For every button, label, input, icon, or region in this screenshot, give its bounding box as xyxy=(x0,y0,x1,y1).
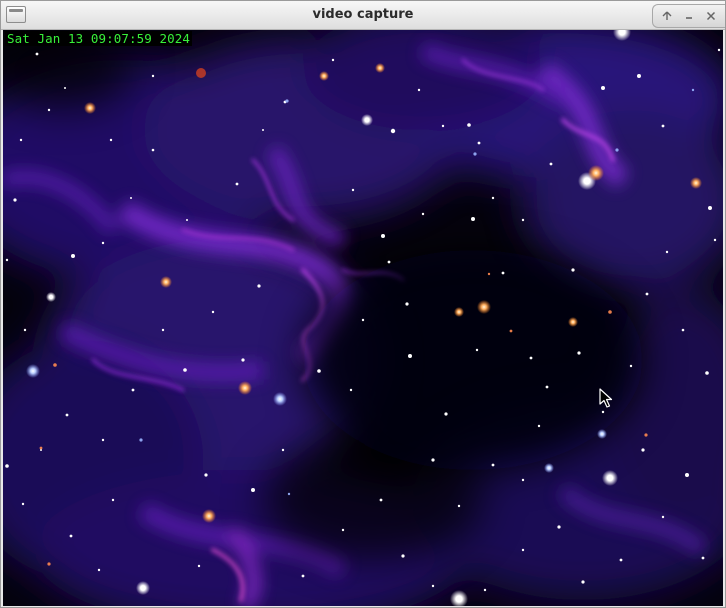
starfield-nebula-image xyxy=(3,30,723,606)
timestamp-overlay: Sat Jan 13 09:07:59 2024 xyxy=(5,31,193,46)
mouse-cursor-icon xyxy=(599,388,613,408)
title-bar[interactable]: video capture xyxy=(1,1,725,30)
maximize-icon[interactable] xyxy=(655,5,679,27)
close-icon[interactable] xyxy=(699,5,723,27)
window-title: video capture xyxy=(312,7,414,22)
video-frame[interactable]: Sat Jan 13 09:07:59 2024 xyxy=(3,30,723,606)
minimize-icon[interactable] xyxy=(677,5,701,27)
window-controls xyxy=(652,4,725,28)
app-window: video capture Sat Jan 13 09:07:59 2024 xyxy=(0,0,726,608)
